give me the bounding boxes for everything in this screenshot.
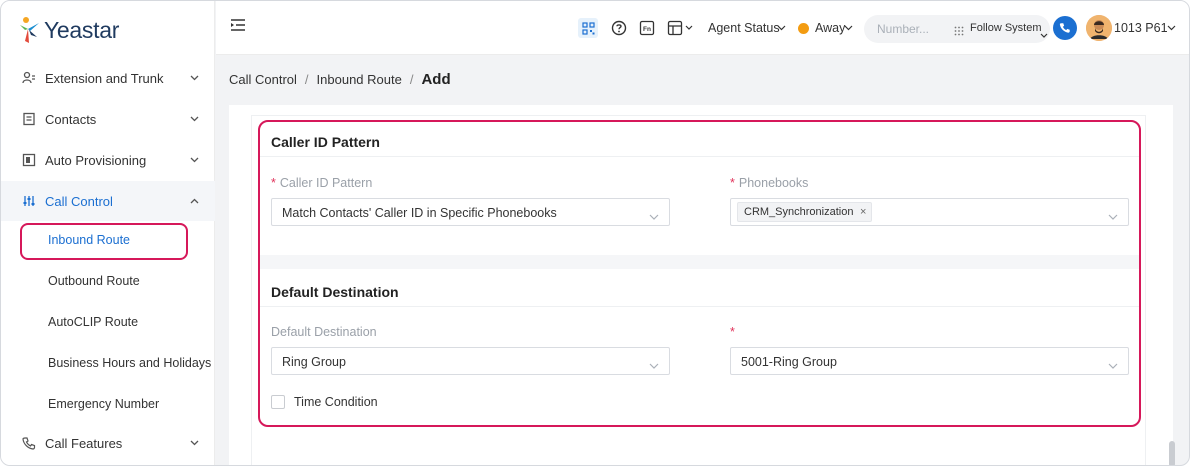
inbound-route-highlight (20, 223, 188, 260)
breadcrumb-inbound-route[interactable]: Inbound Route (317, 72, 402, 87)
sidebar-item-label: Auto Provisioning (45, 152, 147, 168)
avatar[interactable] (1086, 15, 1112, 41)
call-features-icon (21, 435, 37, 451)
dialpad-icon[interactable] (954, 23, 964, 36)
user-menu[interactable]: 1013 P61 (1114, 21, 1168, 35)
sidebar-item-extension-and-trunk[interactable]: Extension and Trunk (1, 58, 215, 98)
scrollbar[interactable] (1169, 441, 1175, 465)
sidebar: Yeastar Extension and Trunk Contacts Aut… (1, 1, 215, 465)
sidebar-item-label: Extension and Trunk (45, 70, 164, 86)
chevron-down-icon (189, 438, 199, 448)
call-button[interactable] (1053, 16, 1077, 40)
logo: Yeastar (17, 15, 119, 45)
menu-collapse-icon[interactable] (230, 18, 246, 32)
breadcrumb-separator: / (409, 72, 414, 87)
sidebar-subitem-label: Business Hours and Holidays (48, 356, 212, 370)
function-keys-icon[interactable]: Fn (638, 19, 656, 37)
dial-search-placeholder: Number... (877, 22, 930, 36)
dial-search-input[interactable]: Number... Follow System (864, 15, 1050, 43)
sidebar-item-label: Call Features (45, 435, 123, 451)
breadcrumb-call-control[interactable]: Call Control (229, 72, 297, 87)
top-header: Fn Agent Status Away Number... Follow Sy… (216, 1, 1189, 55)
help-icon[interactable] (610, 19, 628, 37)
follow-system-dropdown[interactable]: Follow System (970, 22, 1042, 34)
chevron-down-icon (189, 155, 199, 165)
sidebar-subitem-label: Outbound Route (48, 274, 140, 288)
svg-text:Fn: Fn (643, 26, 651, 33)
qr-code-icon[interactable] (578, 18, 598, 38)
phone-icon (1059, 23, 1070, 33)
sidebar-item-label: Call Control (45, 193, 113, 209)
yeastar-logo-icon (17, 15, 41, 45)
contacts-book-icon (21, 111, 37, 127)
breadcrumb: Call Control / Inbound Route / Add (229, 71, 451, 88)
sidebar-subitem-label: Emergency Number (48, 397, 160, 411)
chevron-down-icon (843, 19, 853, 37)
chevron-down-icon (1040, 26, 1048, 44)
chevron-down-icon (776, 19, 786, 37)
breadcrumb-separator: / (304, 72, 309, 87)
sidebar-item-call-control[interactable]: Call Control (1, 181, 215, 221)
provisioning-icon (21, 152, 37, 168)
sidebar-subitem-business-hours[interactable]: Business Hours and Holidays (1, 344, 215, 382)
chevron-down-icon (189, 114, 199, 124)
sidebar-subitem-label: AutoCLIP Route (48, 315, 139, 329)
sidebar-item-contacts[interactable]: Contacts (1, 99, 215, 139)
logo-text: Yeastar (44, 16, 120, 43)
sidebar-subitem-emergency-number[interactable]: Emergency Number (1, 385, 215, 423)
sidebar-item-label: Contacts (45, 111, 97, 127)
agent-status-dropdown[interactable]: Agent Status (708, 21, 780, 35)
sidebar-subitem-outbound-route[interactable]: Outbound Route (1, 262, 215, 300)
presence-dropdown[interactable]: Away (815, 21, 845, 35)
user-list-icon (21, 70, 37, 86)
form-highlight-box (258, 120, 1141, 427)
chevron-down-icon (189, 73, 199, 83)
app-window: Yeastar Extension and Trunk Contacts Aut… (0, 0, 1190, 466)
away-status-icon (798, 23, 809, 34)
page-title: Add (421, 71, 451, 88)
layout-switch-icon[interactable] (666, 19, 696, 37)
call-control-icon (21, 193, 37, 209)
chevron-down-icon (1166, 19, 1176, 37)
sidebar-subitem-autoclip-route[interactable]: AutoCLIP Route (1, 303, 215, 341)
sidebar-item-call-features[interactable]: Call Features (1, 423, 215, 463)
chevron-up-icon (189, 196, 199, 206)
sidebar-item-auto-provisioning[interactable]: Auto Provisioning (1, 140, 215, 180)
